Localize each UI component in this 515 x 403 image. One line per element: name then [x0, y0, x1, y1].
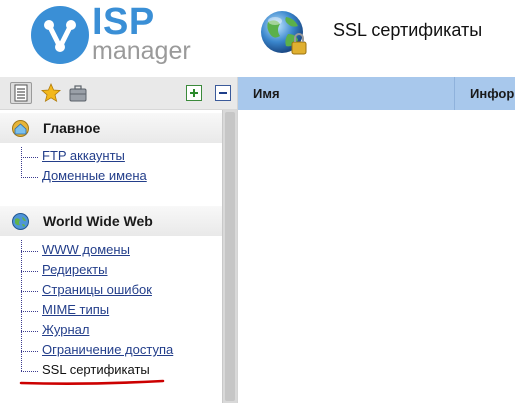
star-icon — [41, 82, 61, 103]
app-header: ISP manager SSL сертификаты — [0, 0, 515, 72]
navigation-tree: Главное FTP аккаунты Доменные имена Worl… — [0, 110, 222, 403]
tree-connector — [21, 371, 38, 372]
scrollbar-thumb[interactable] — [225, 112, 235, 401]
tree-connector — [21, 331, 38, 332]
tree-connector — [21, 251, 38, 252]
tree-connector — [21, 311, 38, 312]
table-header: Имя Информация — [238, 77, 515, 110]
tree-connector — [21, 351, 38, 352]
redirects-link[interactable]: Редиректы — [42, 262, 107, 277]
error-pages-link[interactable]: Страницы ошибок — [42, 282, 152, 297]
expand-all-button[interactable] — [186, 85, 202, 101]
minus-icon — [215, 85, 231, 101]
highlight-underline — [19, 379, 165, 385]
section-label: World Wide Web — [43, 213, 153, 229]
favorites-button[interactable] — [40, 82, 62, 104]
sidebar: Главное FTP аккаунты Доменные имена Worl… — [0, 77, 238, 403]
access-restriction-link[interactable]: Ограничение доступа — [42, 342, 173, 357]
column-header-info[interactable]: Информация — [455, 77, 515, 110]
tree-connector — [21, 157, 38, 158]
globe-lock-icon — [261, 11, 307, 55]
tree-connector — [21, 271, 38, 272]
domain-names-link[interactable]: Доменные имена — [42, 168, 147, 183]
globe-icon — [12, 213, 29, 230]
menu-list-view-button[interactable] — [10, 82, 32, 104]
section-www[interactable]: World Wide Web — [0, 206, 222, 236]
mime-types-link[interactable]: MIME типы — [42, 302, 109, 317]
logo-text-manager: manager — [92, 37, 191, 65]
collapse-all-button[interactable] — [215, 85, 231, 101]
logo-emblem-icon — [31, 6, 89, 64]
sidebar-scrollbar[interactable] — [222, 110, 237, 403]
ispmanager-logo[interactable]: ISP manager — [30, 1, 220, 65]
plus-icon — [186, 85, 202, 101]
sidebar-toolbar — [0, 77, 237, 110]
column-header-name[interactable]: Имя — [238, 77, 455, 110]
home-globe-icon — [12, 120, 29, 137]
tree-connector — [21, 177, 38, 178]
list-icon — [14, 84, 28, 102]
www-domains-link[interactable]: WWW домены — [42, 242, 130, 257]
briefcase-icon — [69, 85, 87, 102]
column-label: Информация — [470, 86, 515, 101]
tools-button[interactable] — [67, 82, 89, 104]
section-label: Главное — [43, 120, 101, 136]
page-title: SSL сертификаты — [333, 20, 483, 40]
column-label: Имя — [253, 86, 280, 101]
table-body — [238, 110, 515, 403]
ssl-certificates-link[interactable]: SSL сертификаты — [42, 362, 150, 377]
ftp-accounts-link[interactable]: FTP аккаунты — [42, 148, 125, 163]
section-main[interactable]: Главное — [0, 113, 222, 143]
tree-connector — [21, 291, 38, 292]
tree-guide-line — [21, 147, 22, 178]
log-link[interactable]: Журнал — [42, 322, 89, 337]
